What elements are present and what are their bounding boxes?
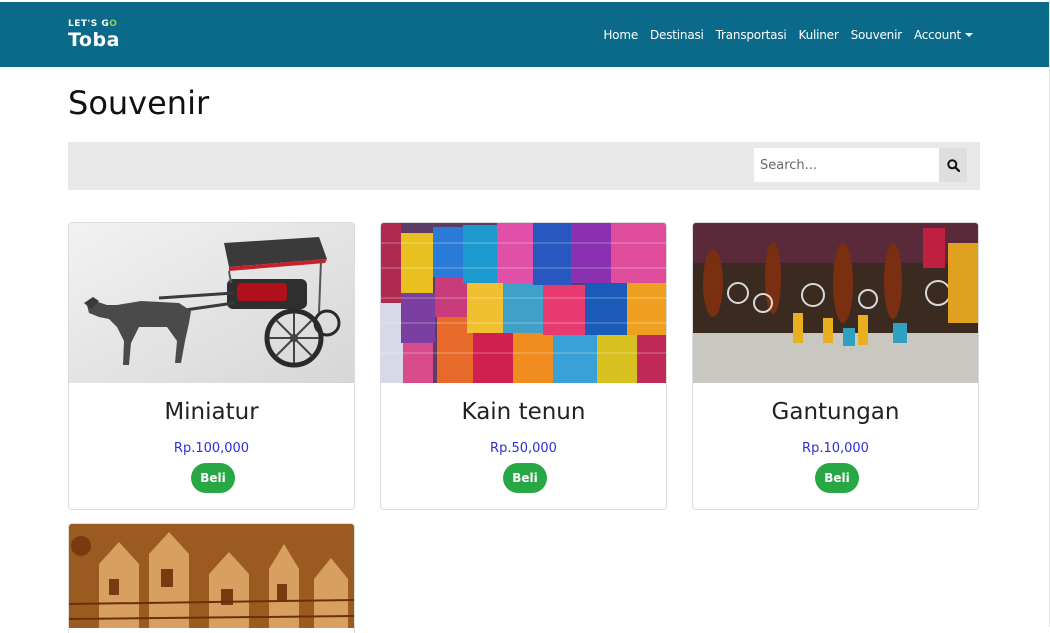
search-input[interactable] (754, 148, 939, 182)
buy-button-miniatur[interactable]: Beli (191, 463, 235, 493)
product-name: Kain tenun (461, 399, 586, 425)
product-price: Rp.50,000 (490, 441, 557, 456)
navbar: LET'S GO Toba Home Destinasi Transportas… (0, 2, 1049, 67)
product-image-miniatur[interactable] (69, 223, 354, 383)
product-image-kain-tenun[interactable] (381, 223, 666, 383)
product-image-gantungan[interactable] (693, 223, 978, 383)
product-image-wood-carving[interactable] (69, 524, 354, 628)
nav-transportasi[interactable]: Transportasi (716, 28, 787, 42)
nav-souvenir[interactable]: Souvenir (851, 28, 903, 42)
nav-destinasi[interactable]: Destinasi (650, 28, 704, 42)
caret-down-icon (965, 33, 973, 37)
nav-kuliner[interactable]: Kuliner (799, 28, 839, 42)
product-card-wood-carving (68, 523, 355, 633)
page-title: Souvenir (68, 84, 210, 122)
nav-account-dropdown[interactable]: Account (914, 28, 973, 42)
product-price: Rp.100,000 (173, 441, 250, 456)
product-price: Rp.10,000 (802, 441, 869, 456)
product-name: Gantungan (771, 399, 900, 425)
brand-big-text: Toba (68, 29, 120, 51)
product-name: Miniatur (164, 399, 259, 425)
search-bar (68, 142, 980, 190)
product-card-gantungan: Gantungan Rp.10,000 Beli (692, 222, 979, 510)
product-card-kain-tenun: Kain tenun Rp.50,000 Beli (380, 222, 667, 510)
search-icon (946, 158, 960, 172)
product-card-miniatur: Miniatur Rp.100,000 Beli (68, 222, 355, 510)
brand-small-text-lets: LET'S G (68, 19, 110, 29)
search-button[interactable] (939, 148, 967, 182)
brand-small-text-go: O (109, 19, 118, 29)
nav-links: Home Destinasi Transportasi Kuliner Souv… (603, 2, 973, 67)
buy-button-kain-tenun[interactable]: Beli (503, 463, 547, 493)
nav-home[interactable]: Home (603, 28, 638, 42)
nav-account-label: Account (913, 27, 961, 42)
buy-button-gantungan[interactable]: Beli (815, 463, 859, 493)
brand-logo[interactable]: LET'S GO Toba (68, 19, 128, 53)
